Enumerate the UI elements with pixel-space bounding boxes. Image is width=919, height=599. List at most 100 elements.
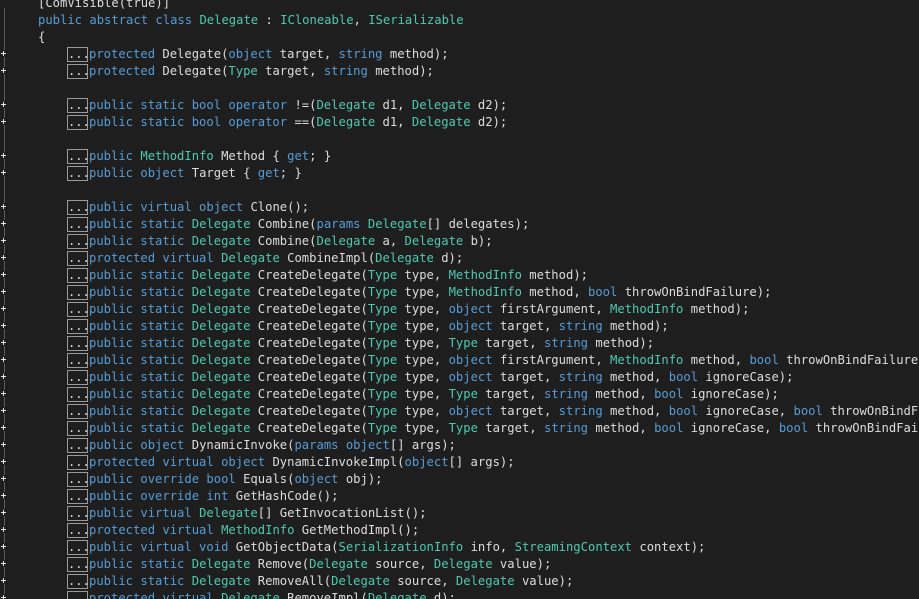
code-line[interactable]: ...public static Delegate CreateDelegate…: [0, 386, 919, 403]
expand-plus-icon[interactable]: [0, 492, 7, 499]
expand-plus-icon[interactable]: [0, 237, 7, 244]
code-line[interactable]: ...public virtual void GetObjectData(Ser…: [0, 539, 919, 556]
collapsed-region-ellipsis[interactable]: ...: [67, 506, 90, 521]
expand-plus-icon[interactable]: [0, 288, 7, 295]
code-line[interactable]: ...public object DynamicInvoke(params ob…: [0, 437, 919, 454]
expand-plus-icon[interactable]: [0, 152, 7, 159]
collapsed-region-ellipsis[interactable]: ...: [67, 98, 90, 113]
code-line[interactable]: ...protected virtual Delegate CombineImp…: [0, 250, 919, 267]
expand-plus-icon[interactable]: [0, 322, 7, 329]
expand-plus-icon[interactable]: [0, 356, 7, 363]
expand-plus-icon[interactable]: [0, 67, 7, 74]
collapsed-region-ellipsis[interactable]: ...: [67, 353, 90, 368]
collapsed-region-ellipsis[interactable]: ...: [67, 591, 90, 599]
collapsed-region-ellipsis[interactable]: ...: [67, 166, 90, 181]
collapsed-region-ellipsis[interactable]: ...: [67, 387, 90, 402]
collapsed-region-ellipsis[interactable]: ...: [67, 421, 90, 436]
collapsed-region-ellipsis[interactable]: ...: [67, 285, 90, 300]
collapsed-region-ellipsis[interactable]: ...: [67, 217, 90, 232]
code-line[interactable]: ...protected virtual object DynamicInvok…: [0, 454, 919, 471]
collapsed-region-ellipsis[interactable]: ...: [67, 251, 90, 266]
code-line[interactable]: ...protected Delegate(object target, str…: [0, 46, 919, 63]
code-line[interactable]: [0, 80, 919, 97]
code-line[interactable]: [0, 182, 919, 199]
collapsed-region-ellipsis[interactable]: ...: [67, 319, 90, 334]
collapsed-region-ellipsis[interactable]: ...: [67, 574, 90, 589]
collapsed-region-ellipsis[interactable]: ...: [67, 489, 90, 504]
collapsed-region-ellipsis[interactable]: ...: [67, 200, 90, 215]
expand-plus-icon[interactable]: [0, 526, 7, 533]
code-line[interactable]: ...public static Delegate Combine(Delega…: [0, 233, 919, 250]
expand-plus-icon[interactable]: [0, 254, 7, 261]
collapsed-region-ellipsis[interactable]: ...: [67, 455, 90, 470]
expand-plus-icon[interactable]: [0, 560, 7, 567]
code-line[interactable]: ...public static Delegate CreateDelegate…: [0, 335, 919, 352]
code-line[interactable]: ...public static bool operator ==(Delega…: [0, 114, 919, 131]
code-line[interactable]: ...public static Delegate CreateDelegate…: [0, 284, 919, 301]
code-line[interactable]: ...public MethodInfo Method { get; }: [0, 148, 919, 165]
code-editor[interactable]: [ComVisible(true)] public abstract class …: [0, 0, 919, 599]
code-line[interactable]: {: [0, 29, 919, 46]
collapsed-region-ellipsis[interactable]: ...: [67, 523, 90, 538]
code-line[interactable]: public abstract class Delegate : IClonea…: [0, 12, 919, 29]
code-line[interactable]: ...public override int GetHashCode();: [0, 488, 919, 505]
expand-plus-icon[interactable]: [0, 271, 7, 278]
expand-plus-icon[interactable]: [0, 458, 7, 465]
code-line[interactable]: ...public static Delegate CreateDelegate…: [0, 318, 919, 335]
collapsed-region-ellipsis[interactable]: ...: [67, 557, 90, 572]
code-line[interactable]: ...public static bool operator !=(Delega…: [0, 97, 919, 114]
code-line[interactable]: ...public virtual Delegate[] GetInvocati…: [0, 505, 919, 522]
code-line[interactable]: [0, 131, 919, 148]
expand-plus-icon[interactable]: [0, 169, 7, 176]
expand-plus-icon[interactable]: [0, 407, 7, 414]
collapsed-region-ellipsis[interactable]: ...: [67, 115, 90, 130]
expand-plus-icon[interactable]: [0, 50, 7, 57]
code-line[interactable]: ...public static Delegate CreateDelegate…: [0, 301, 919, 318]
collapsed-region-ellipsis[interactable]: ...: [67, 234, 90, 249]
text-token: throwOnBindFailure: [830, 404, 919, 418]
collapsed-region-ellipsis[interactable]: ...: [67, 47, 90, 62]
expand-plus-icon[interactable]: [0, 373, 7, 380]
collapsed-region-ellipsis[interactable]: ...: [67, 64, 90, 79]
expand-plus-icon[interactable]: [0, 118, 7, 125]
collapsed-region-ellipsis[interactable]: ...: [67, 149, 90, 164]
expand-plus-icon[interactable]: [0, 390, 7, 397]
collapsed-region-ellipsis[interactable]: ...: [67, 302, 90, 317]
expand-plus-icon[interactable]: [0, 305, 7, 312]
expand-plus-icon[interactable]: [0, 577, 7, 584]
code-line[interactable]: ...public override bool Equals(object ob…: [0, 471, 919, 488]
code-line[interactable]: ...public static Delegate CreateDelegate…: [0, 403, 919, 420]
expand-plus-icon[interactable]: [0, 101, 7, 108]
code-line[interactable]: ...public virtual object Clone();: [0, 199, 919, 216]
expand-plus-icon[interactable]: [0, 475, 7, 482]
collapsed-region-ellipsis[interactable]: ...: [67, 370, 90, 385]
expand-plus-icon[interactable]: [0, 339, 7, 346]
expand-plus-icon[interactable]: [0, 220, 7, 227]
expand-plus-icon[interactable]: [0, 509, 7, 516]
collapsed-region-ellipsis[interactable]: ...: [67, 472, 90, 487]
code-line[interactable]: ...protected virtual MethodInfo GetMetho…: [0, 522, 919, 539]
collapsed-region-ellipsis[interactable]: ...: [67, 438, 90, 453]
code-line[interactable]: ...public static Delegate RemoveAll(Dele…: [0, 573, 919, 590]
code-line[interactable]: [ComVisible(true)]: [0, 0, 919, 12]
keyword-token: string: [323, 64, 368, 78]
text-token: CreateDelegate(: [250, 370, 368, 384]
code-line[interactable]: ...protected Delegate(Type target, strin…: [0, 63, 919, 80]
expand-plus-icon[interactable]: [0, 594, 7, 599]
expand-plus-icon[interactable]: [0, 543, 7, 550]
code-line[interactable]: ...public static Delegate CreateDelegate…: [0, 369, 919, 386]
collapsed-region-ellipsis[interactable]: ...: [67, 404, 90, 419]
code-line[interactable]: ...public static Delegate CreateDelegate…: [0, 420, 919, 437]
collapsed-region-ellipsis[interactable]: ...: [67, 540, 90, 555]
collapsed-region-ellipsis[interactable]: ...: [67, 336, 90, 351]
code-line[interactable]: ...public static Delegate Remove(Delegat…: [0, 556, 919, 573]
collapsed-region-ellipsis[interactable]: ...: [67, 268, 90, 283]
code-line[interactable]: ...public static Delegate Combine(params…: [0, 216, 919, 233]
expand-plus-icon[interactable]: [0, 441, 7, 448]
code-line[interactable]: ...public object Target { get; }: [0, 165, 919, 182]
code-line[interactable]: ...public static Delegate CreateDelegate…: [0, 352, 919, 369]
expand-plus-icon[interactable]: [0, 203, 7, 210]
code-line[interactable]: ...public static Delegate CreateDelegate…: [0, 267, 919, 284]
expand-plus-icon[interactable]: [0, 424, 7, 431]
code-line[interactable]: ...protected virtual Delegate RemoveImpl…: [0, 590, 919, 599]
